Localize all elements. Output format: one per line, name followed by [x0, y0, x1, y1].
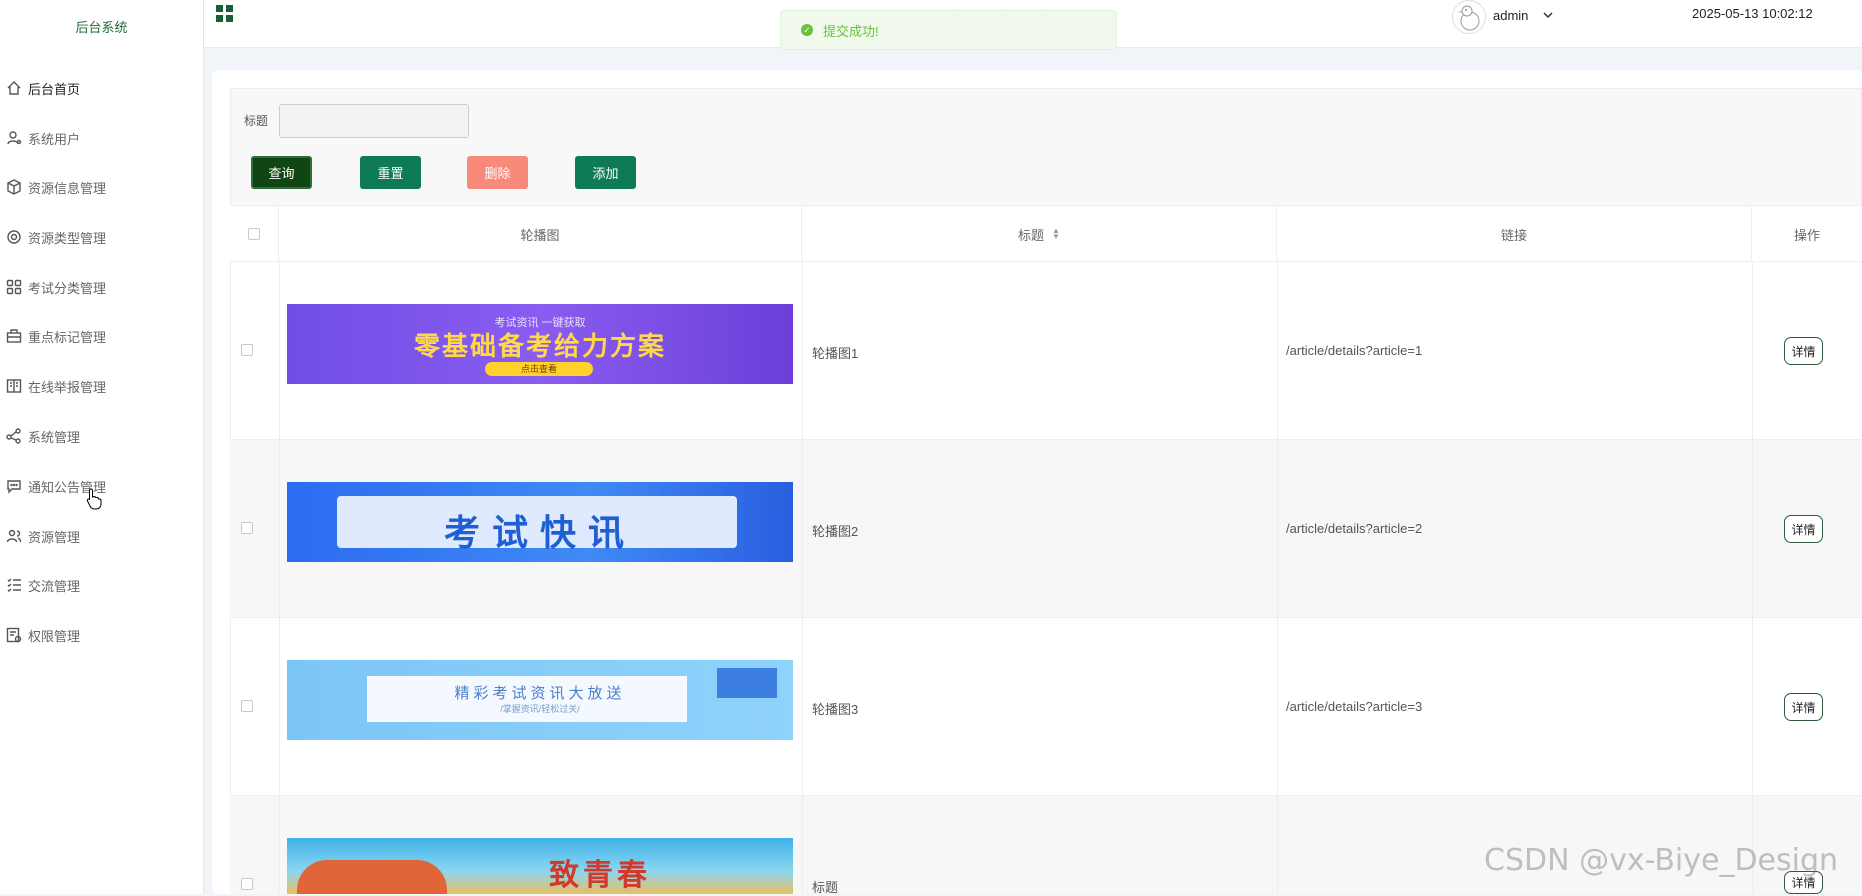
row-checkbox[interactable] — [241, 522, 253, 534]
hand-cursor-icon — [86, 488, 102, 510]
sidebar-item-label: 重点标记管理 — [28, 329, 107, 345]
gear-icon — [7, 230, 21, 244]
sidebar-item-resource-info[interactable]: 资源信息管理 — [6, 175, 106, 199]
sidebar-item-label: 交流管理 — [28, 578, 81, 594]
datetime: 2025-05-13 10:02:12 — [1692, 6, 1813, 21]
banner-image: 精彩考试资讯大放送 /掌握资讯/轻松过关/ — [287, 660, 793, 740]
select-all-checkbox[interactable] — [248, 228, 260, 240]
sidebar-item-resources[interactable]: 资源管理 — [6, 524, 80, 548]
sidebar-item-label: 系统管理 — [28, 429, 81, 445]
sidebar-item-exchange[interactable]: 交流管理 — [6, 573, 80, 597]
lock-doc-icon — [6, 627, 22, 643]
column-header-title[interactable]: 标题 ▲ ▼ — [802, 207, 1277, 262]
row-checkbox[interactable] — [241, 344, 253, 356]
column-header-action: 操作 — [1752, 207, 1862, 262]
banner-image: 考试资讯 一键获取 零基础备考给力方案 点击查看 — [287, 304, 793, 384]
sidebar-item-system-users[interactable]: 系统用户 — [6, 126, 80, 150]
chevron-down-icon[interactable] — [1543, 11, 1553, 19]
sidebar-item-label: 后台首页 — [28, 81, 81, 97]
column-header-link: 链接 — [1277, 207, 1752, 262]
banner-heading: 零基础备考给力方案 — [413, 331, 666, 361]
column-header-banner: 轮播图 — [279, 207, 802, 262]
sidebar: 后台系统 后台首页 系统用户 资源信息管理 资源类型管理 考试分类管理 重点标记… — [0, 0, 204, 894]
success-toast: ✓ 提交成功! — [780, 10, 1117, 50]
sidebar-item-label: 资源类型管理 — [28, 230, 107, 246]
search-title-input[interactable] — [279, 104, 469, 138]
sidebar-item-system-manage[interactable]: 系统管理 — [6, 424, 80, 448]
watermark: CSDN @vx-Biye_Design — [1484, 843, 1839, 878]
sidebar-item-online-report[interactable]: 在线举报管理 — [6, 374, 106, 398]
row-title: 轮播图2 — [812, 524, 859, 539]
banner-heading: 致青春 — [549, 858, 651, 893]
brand-title: 后台系统 — [75, 20, 128, 35]
sidebar-item-label: 在线举报管理 — [28, 379, 107, 395]
column-header-title-label: 标题 — [1018, 227, 1045, 243]
sort-icon[interactable]: ▲ ▼ — [1052, 227, 1060, 241]
sidebar-item-permissions[interactable]: 权限管理 — [6, 623, 80, 647]
row-link: /article/details?article=1 — [1286, 343, 1423, 358]
detail-button[interactable]: 详情 — [1784, 515, 1823, 543]
row-link: /article/details?article=2 — [1286, 521, 1423, 536]
sidebar-item-label: 权限管理 — [28, 628, 81, 644]
row-title: 标题 — [812, 880, 839, 895]
banner-heading: 精彩考试资讯大放送 — [454, 685, 626, 702]
banner-image: 致青春 — [287, 838, 793, 894]
user-icon — [7, 131, 22, 145]
sidebar-item-exam-category[interactable]: 考试分类管理 — [6, 275, 106, 299]
banner-image: 考试快讯 — [287, 482, 793, 562]
check-circle-icon: ✓ — [801, 24, 813, 36]
row-link: /article/details?article=3 — [1286, 699, 1423, 714]
home-icon — [7, 81, 21, 95]
avatar[interactable] — [1452, 0, 1486, 34]
delete-button[interactable]: 删除 — [467, 156, 528, 189]
sidebar-item-label: 资源管理 — [28, 529, 81, 545]
chat-icon — [7, 480, 21, 494]
sidebar-item-label: 系统用户 — [28, 131, 81, 147]
search-title-label: 标题 — [244, 114, 269, 128]
add-button[interactable]: 添加 — [575, 156, 636, 189]
box-icon — [7, 179, 21, 195]
header-select-cell — [230, 207, 279, 262]
avatar-duck-icon — [1458, 5, 1480, 31]
share-icon — [6, 428, 21, 444]
users-icon — [6, 529, 22, 543]
query-button[interactable]: 查询 — [251, 156, 312, 189]
sidebar-item-label: 资源信息管理 — [28, 180, 107, 196]
reset-button[interactable]: 重置 — [360, 156, 421, 189]
toast-message: 提交成功! — [823, 23, 879, 39]
list-icon — [7, 578, 21, 592]
username[interactable]: admin — [1493, 8, 1528, 23]
sidebar-item-resource-type[interactable]: 资源类型管理 — [6, 225, 106, 249]
row-title: 轮播图3 — [812, 702, 859, 717]
briefcase-icon — [6, 329, 22, 343]
detail-button[interactable]: 详情 — [1784, 693, 1823, 721]
sidebar-item-home[interactable]: 后台首页 — [6, 76, 80, 100]
banner-heading: 考试快讯 — [443, 512, 636, 553]
book-icon — [6, 379, 22, 393]
menu-grid-icon[interactable] — [216, 5, 233, 22]
row-checkbox[interactable] — [241, 878, 253, 890]
banner-cta: 点击查看 — [485, 362, 593, 376]
sidebar-item-key-marks[interactable]: 重点标记管理 — [6, 324, 106, 348]
apps-icon — [6, 279, 22, 295]
banner-subtitle: /掌握资讯/轻松过关/ — [500, 704, 580, 714]
detail-button[interactable]: 详情 — [1784, 337, 1823, 365]
sidebar-item-label: 考试分类管理 — [28, 280, 107, 296]
row-title: 轮播图1 — [812, 346, 859, 361]
row-checkbox[interactable] — [241, 700, 253, 712]
